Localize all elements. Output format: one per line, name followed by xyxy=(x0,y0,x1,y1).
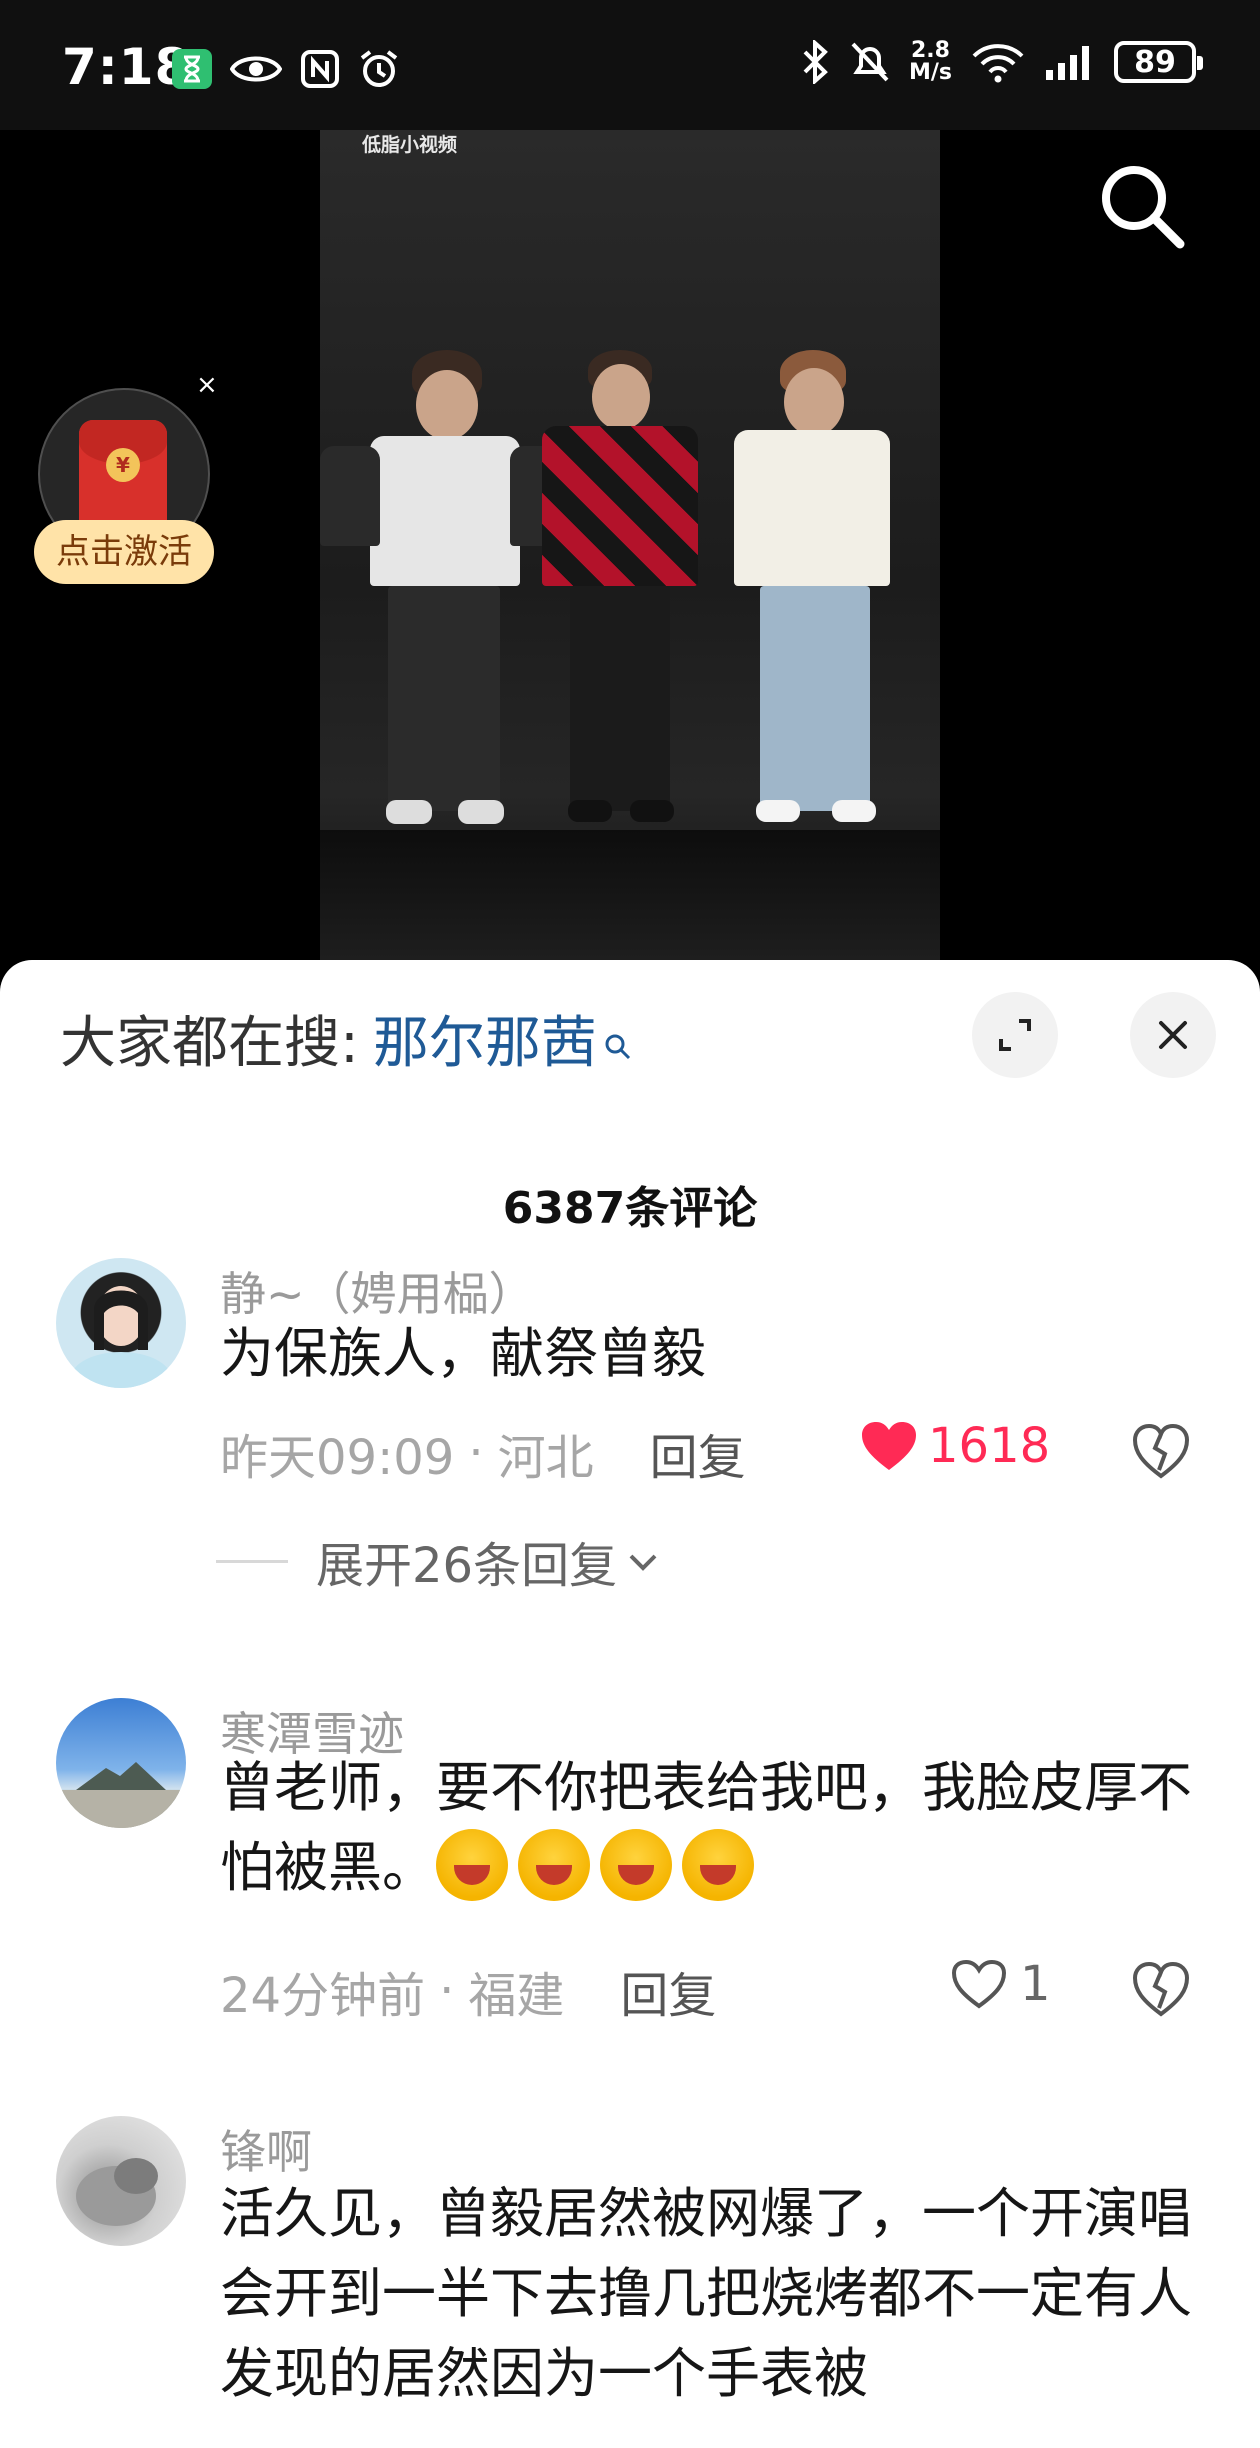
net-speed-value: 2.8 xyxy=(910,38,950,63)
close-icon xyxy=(1159,1021,1187,1049)
red-envelope-icon: ¥ xyxy=(79,420,167,536)
like-count: 1618 xyxy=(928,1418,1051,1474)
expand-icon xyxy=(999,1019,1031,1051)
heart-outline-icon xyxy=(951,1959,1007,2009)
video-player[interactable]: 低脂小视频 ¥ 点击激活 × xyxy=(0,130,1260,960)
laugh-cry-emoji-icon xyxy=(436,1829,508,1902)
performer-middle xyxy=(530,350,710,830)
cellular-signal-icon xyxy=(1046,46,1089,80)
hourglass-app-icon xyxy=(172,49,212,89)
comment-meta: 24分钟前 · 福建 回复 xyxy=(220,1956,716,2026)
performer-left xyxy=(320,350,570,830)
comment-count-title: 6387条评论 xyxy=(502,1183,758,1234)
close-panel-button[interactable] xyxy=(1130,992,1216,1078)
red-envelope-coin: ¥ xyxy=(106,448,140,482)
laugh-cry-emoji-icon xyxy=(682,1829,754,1902)
comment-panel: 大家都在搜: 那尔那茜 6387条评论 静~（娉用榀） 为保族人，献祭曾毅 昨天… xyxy=(0,960,1260,2448)
comment-time: 昨天09:09 xyxy=(220,1430,455,1486)
red-packet-widget[interactable]: ¥ 点击激活 xyxy=(34,388,214,588)
avatar[interactable] xyxy=(56,1258,186,1388)
alarm-icon xyxy=(360,50,398,87)
hot-search-term[interactable]: 那尔那茜 xyxy=(373,998,597,1079)
reply-button[interactable]: 回复 xyxy=(620,1956,716,2026)
net-speed-unit: M/s xyxy=(908,60,952,85)
hot-search-banner[interactable]: 大家都在搜: 那尔那茜 xyxy=(60,998,633,1079)
avatar[interactable] xyxy=(56,2116,186,2246)
stage-floor xyxy=(320,830,940,960)
comment-text: 为保族人，献祭曾毅 xyxy=(220,1322,706,1385)
search-icon[interactable] xyxy=(1094,158,1190,254)
eye-icon xyxy=(230,56,282,82)
expand-replies-label: 展开26条回复 xyxy=(316,1538,618,1594)
expand-divider xyxy=(216,1559,288,1563)
comment-username[interactable]: 锋啊 xyxy=(220,2116,312,2182)
reply-button[interactable]: 回复 xyxy=(650,1418,746,1488)
comment-item: 静~（娉用榀） 为保族人，献祭曾毅 昨天09:09 · 河北 回复 1618 展… xyxy=(0,1258,1260,1718)
dislike-broken-heart-icon[interactable] xyxy=(1132,1960,1190,2018)
comment-item: 锋啊 活久见，曾毅居然被网爆了，一个开演唱会开到一半下去撸几把烧烤都不一定有人发… xyxy=(0,2116,1260,2448)
hot-search-prefix: 大家都在搜: xyxy=(60,1011,359,1076)
red-packet-close-icon[interactable]: × xyxy=(196,370,218,400)
like-button[interactable]: 1 xyxy=(950,1956,1051,2012)
expand-replies-button[interactable]: 展开26条回复 xyxy=(216,1526,663,1596)
laugh-cry-emoji-icon xyxy=(600,1829,672,1902)
comment-text: 曾老师，要不你把表给我吧，我脸皮厚不怕被黑。 xyxy=(220,1748,1210,1908)
wifi-icon xyxy=(972,44,1024,83)
comment-location: 河北 xyxy=(497,1430,594,1486)
dislike-broken-heart-icon[interactable] xyxy=(1132,1422,1190,1480)
net-speed: 2.8 M/s xyxy=(909,40,952,84)
like-count: 1 xyxy=(1020,1956,1051,2012)
red-packet-activate-button[interactable]: 点击激活 xyxy=(34,520,214,584)
comment-location: 福建 xyxy=(468,1968,565,2024)
heart-filled-icon xyxy=(862,1422,916,1470)
status-left-icons xyxy=(172,48,400,90)
like-button[interactable]: 1618 xyxy=(860,1418,1050,1474)
performer-right xyxy=(720,350,900,830)
chevron-down-icon xyxy=(629,1554,657,1571)
avatar[interactable] xyxy=(56,1698,186,1828)
comment-time: 24分钟前 xyxy=(220,1968,426,2024)
laugh-cry-emoji-icon xyxy=(518,1829,590,1902)
status-right-icons: 2.8 M/s 89 xyxy=(801,40,1203,84)
video-watermark: 低脂小视频 xyxy=(362,134,458,156)
comment-text: 活久见，曾毅居然被网爆了，一个开演唱会开到一半下去撸几把烧烤都不一定有人发现的居… xyxy=(220,2182,1192,2405)
hot-search-magnifier-icon xyxy=(603,1032,633,1070)
comment-meta: 昨天09:09 · 河北 回复 xyxy=(220,1418,746,1488)
video-frame[interactable]: 低脂小视频 xyxy=(320,130,940,960)
mute-bell-icon xyxy=(851,42,889,82)
nfc-icon xyxy=(301,50,339,88)
battery-indicator: 89 xyxy=(1114,41,1203,83)
bluetooth-icon xyxy=(803,40,828,84)
status-bar: 7:18 2.8 M/s 89 xyxy=(0,0,1260,130)
expand-panel-button[interactable] xyxy=(972,992,1058,1078)
